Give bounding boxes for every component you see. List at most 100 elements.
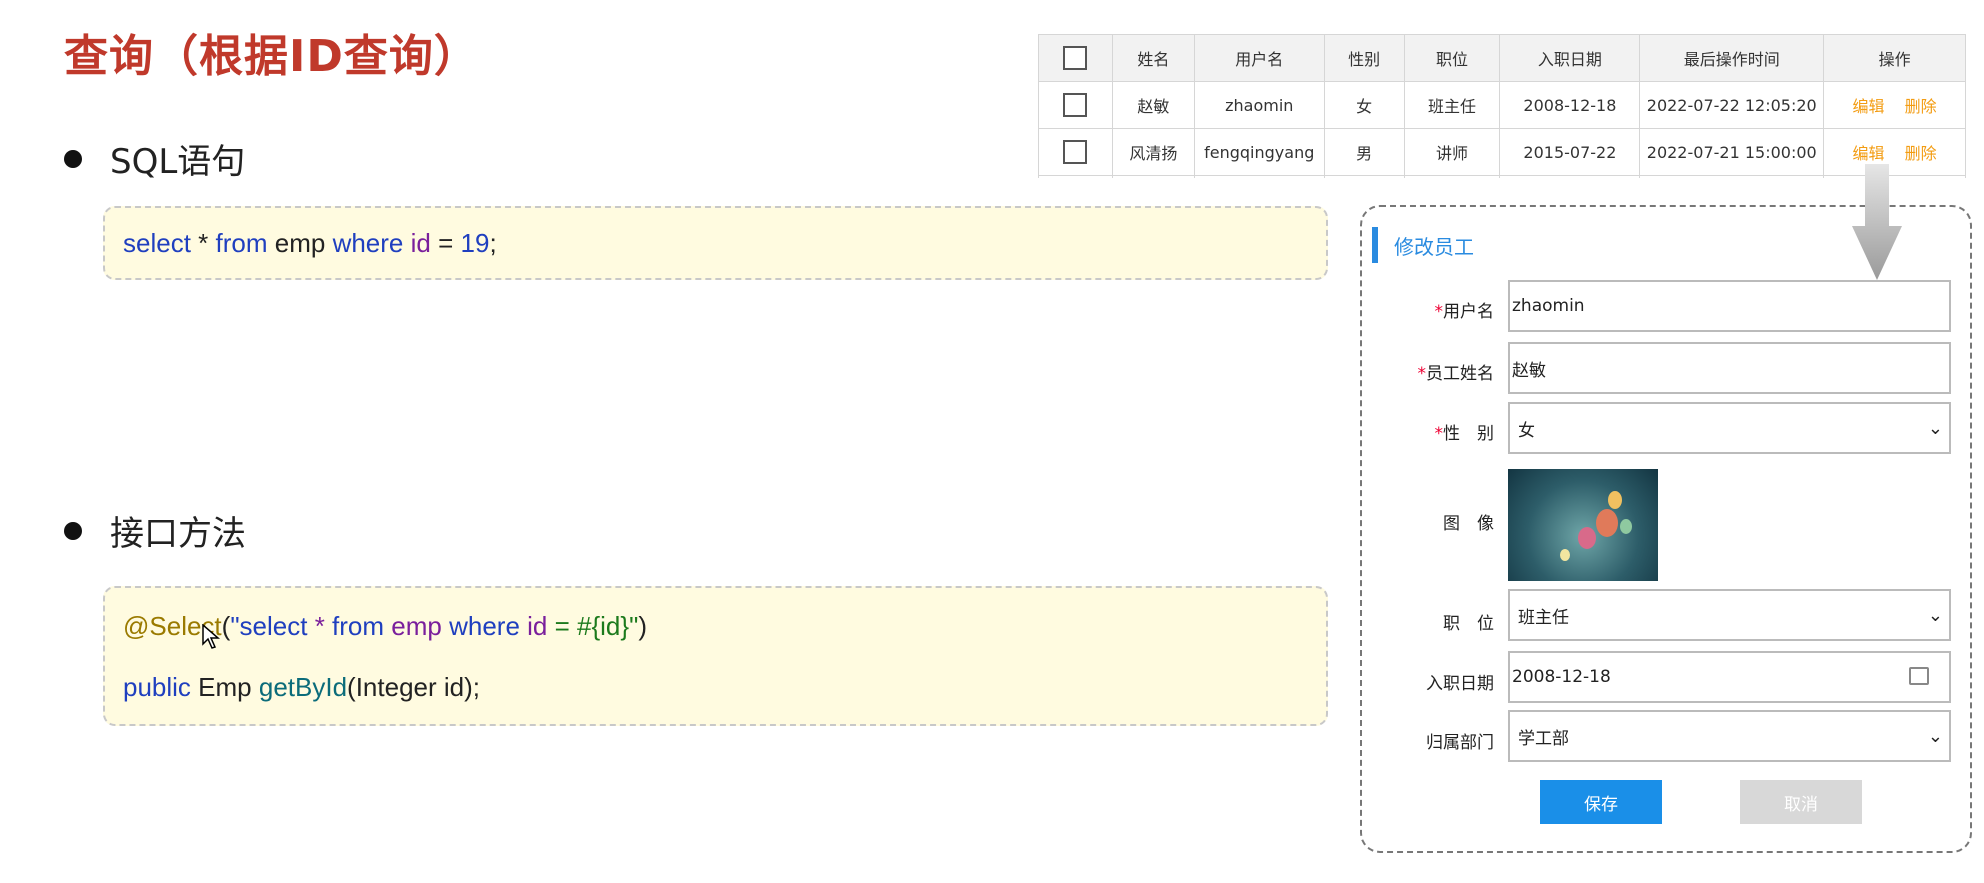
calendar-icon[interactable] <box>1909 667 1929 685</box>
cell-gender: 男 <box>1323 128 1405 176</box>
string-part: " <box>629 611 639 641</box>
string-part: where <box>441 611 528 641</box>
chevron-down-icon: ⌄ <box>1927 725 1943 747</box>
table-row: 赵敏 zhaomin 女 班主任 2008-12-18 2022-07-22 1… <box>1038 81 1966 129</box>
column-header: 用户名 <box>1193 34 1325 82</box>
cell-actions: 编辑 删除 <box>1823 81 1966 129</box>
edit-employee-dialog: 修改员工 *用户名 zhaomin *员工姓名 赵敏 *性 别 女 ⌄ 图 像 职… <box>1360 205 1972 853</box>
section-sql: SQL语句 <box>64 134 245 183</box>
cell-gender: 女 <box>1323 81 1405 129</box>
sql-keyword: from <box>215 228 268 258</box>
row-checkbox-cell <box>1038 81 1113 129</box>
row-checkbox[interactable] <box>1063 140 1088 164</box>
string-part: = <box>547 611 578 641</box>
column-header: 职位 <box>1403 34 1501 82</box>
balloon-shape <box>1620 519 1632 534</box>
sql-number: 19 <box>460 228 490 258</box>
balloon-shape <box>1596 509 1618 537</box>
string-part: id <box>527 611 548 641</box>
department-label: 归属部门 <box>1426 733 1494 753</box>
dialog-title: 修改员工 <box>1372 227 1474 263</box>
balloon-shape <box>1608 491 1622 509</box>
modifier: public <box>123 672 191 702</box>
sql-semicolon: ; <box>489 228 497 258</box>
code-line-annotation: @Select("select * from emp where id = #{… <box>123 608 1326 658</box>
name-input[interactable]: 赵敏 <box>1508 342 1951 394</box>
balloon-shape <box>1560 549 1570 561</box>
cell-entry-date: 2008-12-18 <box>1499 81 1641 129</box>
sql-table: emp <box>274 228 326 258</box>
save-button[interactable]: 保存 <box>1540 780 1662 824</box>
chevron-down-icon: ⌄ <box>1927 417 1943 439</box>
select-all-checkbox[interactable] <box>1063 46 1088 70</box>
edit-link[interactable]: 编辑 <box>1853 97 1885 116</box>
username-label: *用户名 <box>1434 302 1495 322</box>
edit-link[interactable]: 编辑 <box>1853 144 1885 163</box>
cell-username: fengqingyang <box>1193 128 1325 176</box>
sql-code-box: select * from emp where id = 19; <box>103 206 1328 280</box>
sql-operator: = <box>438 228 454 258</box>
sql-column: id <box>410 228 431 258</box>
cell-username: zhaomin <box>1193 81 1325 129</box>
cell-updated: 2022-07-21 15:00:00 <box>1639 128 1825 176</box>
cell-name: 赵敏 <box>1111 81 1195 129</box>
username-input[interactable]: zhaomin <box>1508 280 1951 332</box>
cell-name: 风清扬 <box>1111 128 1195 176</box>
table-row <box>1038 175 1966 178</box>
mouse-cursor-icon <box>202 624 220 649</box>
string-part: * <box>314 611 325 641</box>
column-header: 姓名 <box>1111 34 1195 82</box>
cell-job: 讲师 <box>1403 128 1501 176</box>
code-line-method: public Emp getById(Integer id); <box>123 662 1326 712</box>
sql-keyword: select <box>123 228 191 258</box>
job-select[interactable]: 班主任 ⌄ <box>1508 589 1951 641</box>
section-interface-label: 接口方法 <box>110 514 246 554</box>
dialog-title-text: 修改员工 <box>1394 234 1474 259</box>
interface-code-box: @Select("select * from emp where id = #{… <box>103 586 1328 726</box>
cell-entry-date: 2015-07-22 <box>1499 128 1641 176</box>
header-checkbox-cell <box>1038 34 1113 82</box>
delete-link[interactable]: 删除 <box>1905 144 1937 163</box>
column-header: 操作 <box>1823 34 1966 82</box>
cancel-button[interactable]: 取消 <box>1740 780 1862 824</box>
method-args: (Integer id); <box>347 672 480 702</box>
method-name: getById <box>258 672 348 702</box>
title-accent-bar <box>1372 227 1378 263</box>
sql-star: * <box>198 228 209 258</box>
column-header: 入职日期 <box>1499 34 1641 82</box>
employee-table-container: 姓名 用户名 性别 职位 入职日期 最后操作时间 操作 赵敏 zhaomin 女… <box>1038 34 1968 178</box>
cell-updated: 2022-07-22 12:05:20 <box>1639 81 1825 129</box>
page-title: 查询（根据ID查询） <box>64 31 479 82</box>
entry-date-label: 入职日期 <box>1426 674 1494 694</box>
table-header-row: 姓名 用户名 性别 职位 入职日期 最后操作时间 操作 <box>1038 34 1966 82</box>
department-select[interactable]: 学工部 ⌄ <box>1508 710 1951 762</box>
row-checkbox-cell <box>1038 128 1113 176</box>
image-label: 图 像 <box>1443 514 1494 534</box>
string-part: from <box>324 611 392 641</box>
paren: ) <box>638 611 647 641</box>
sql-keyword: where <box>332 228 404 258</box>
string-part: "select <box>230 611 315 641</box>
string-param: #{id} <box>577 611 630 641</box>
column-header: 性别 <box>1323 34 1405 82</box>
job-label: 职 位 <box>1443 614 1494 634</box>
bullet-dot <box>64 521 82 540</box>
gender-label: *性 别 <box>1434 424 1495 444</box>
bullet-dot <box>64 149 82 168</box>
employee-avatar-image[interactable] <box>1508 469 1658 581</box>
down-arrow-icon <box>1852 164 1902 280</box>
cell-job: 班主任 <box>1403 81 1501 129</box>
table-row: 风清扬 fengqingyang 男 讲师 2015-07-22 2022-07… <box>1038 128 1966 176</box>
balloon-shape <box>1578 527 1596 549</box>
string-part: emp <box>391 611 442 641</box>
section-interface: 接口方法 <box>64 506 246 555</box>
row-checkbox[interactable] <box>1063 93 1088 117</box>
section-sql-label: SQL语句 <box>110 142 246 182</box>
entry-date-input[interactable]: 2008-12-18 <box>1508 651 1951 703</box>
return-type: Emp <box>198 672 252 702</box>
delete-link[interactable]: 删除 <box>1905 97 1937 116</box>
name-label: *员工姓名 <box>1417 364 1495 384</box>
employee-table: 姓名 用户名 性别 职位 入职日期 最后操作时间 操作 赵敏 zhaomin 女… <box>1038 34 1966 178</box>
column-header: 最后操作时间 <box>1639 34 1825 82</box>
gender-select[interactable]: 女 ⌄ <box>1508 402 1951 454</box>
